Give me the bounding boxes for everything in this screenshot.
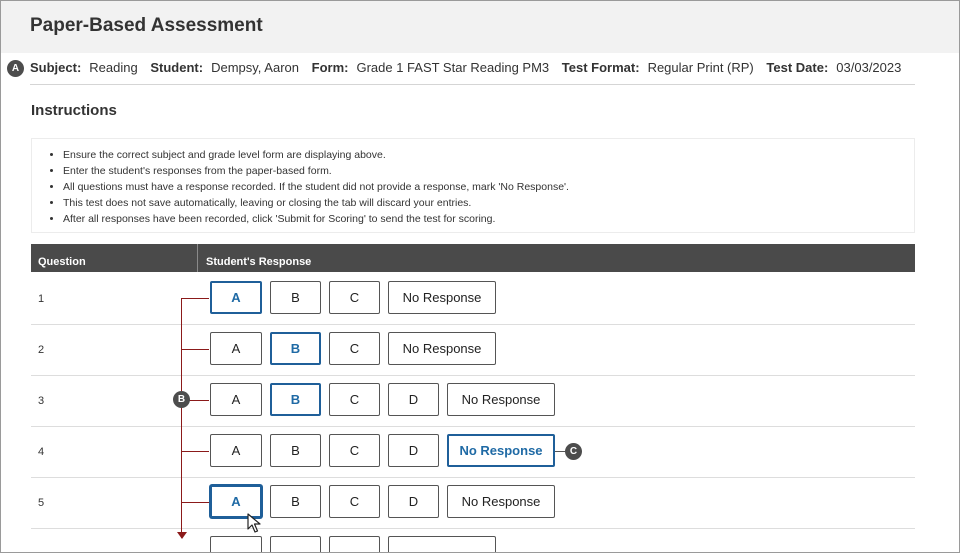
instruction-item: Ensure the correct subject and grade lev… (63, 147, 914, 163)
table-row: 2 A B C No Response (31, 324, 915, 376)
option-d-button[interactable]: D (388, 434, 439, 467)
option-c-button[interactable]: C (329, 434, 380, 467)
option-b-button[interactable]: B (270, 383, 321, 416)
option-button-partial[interactable] (329, 536, 380, 552)
no-response-button[interactable]: No Response (388, 332, 496, 365)
app-window: Paper-Based Assessment A Subject: Reading… (0, 0, 960, 553)
option-b-button[interactable]: B (270, 332, 321, 365)
instruction-item: All questions must have a response recor… (63, 179, 914, 195)
option-b-button[interactable]: B (270, 485, 321, 518)
subject-value: Reading (89, 60, 138, 75)
column-divider (197, 244, 198, 272)
option-a-button[interactable]: A (210, 434, 262, 467)
no-response-button[interactable]: No Response (388, 281, 496, 314)
instruction-item: This test does not save automatically, l… (63, 195, 914, 211)
callout-bracket-tick (181, 298, 209, 299)
table-row (31, 528, 915, 552)
option-button-partial[interactable] (210, 536, 262, 552)
table-row: 5 A B C D No Response (31, 477, 915, 529)
no-response-button[interactable]: No Response (447, 485, 555, 518)
callout-bracket-tick (181, 349, 209, 350)
option-b-button[interactable]: B (270, 281, 321, 314)
student-label: Student: (150, 60, 204, 75)
question-number: 3 (38, 395, 45, 407)
test-format-label: Test Format: (561, 60, 640, 75)
question-number: 4 (38, 446, 45, 458)
option-c-button[interactable]: C (329, 281, 380, 314)
form-value: Grade 1 FAST Star Reading PM3 (356, 60, 550, 75)
subject-label: Subject: (30, 60, 82, 75)
table-row: 4 A B C D No Response (31, 426, 915, 478)
question-number: 5 (38, 497, 45, 509)
instructions-title: Instructions (31, 102, 117, 119)
assessment-info-bar: Subject: Reading Student: Dempsy, Aaron Fo… (30, 60, 915, 85)
page-title: Paper-Based Assessment (30, 15, 263, 36)
test-date-label: Test Date: (766, 60, 829, 75)
instruction-item: After all responses have been recorded, … (63, 211, 914, 227)
option-a-button[interactable]: A (210, 281, 262, 314)
option-button-partial[interactable] (388, 536, 496, 552)
table-row: 3 A B C D No Response (31, 375, 915, 427)
option-d-button[interactable]: D (388, 383, 439, 416)
callout-connector (555, 451, 565, 452)
option-a-button[interactable]: A (210, 383, 262, 416)
callout-badge-b: B (173, 391, 190, 408)
callout-bracket-tick (181, 502, 209, 503)
test-date-value: 03/03/2023 (836, 60, 902, 75)
option-d-button[interactable]: D (388, 485, 439, 518)
form-label: Form: (311, 60, 349, 75)
column-header-response: Student's Response (206, 256, 312, 268)
callout-badge-a: A (7, 60, 24, 77)
instruction-item: Enter the student's responses from the p… (63, 163, 914, 179)
option-c-button[interactable]: C (329, 485, 380, 518)
page-header: Paper-Based Assessment (1, 1, 959, 53)
test-format-value: Regular Print (RP) (647, 60, 754, 75)
arrow-down-icon (177, 532, 187, 539)
callout-badge-c: C (565, 443, 582, 460)
option-b-button[interactable]: B (270, 434, 321, 467)
option-button-partial[interactable] (270, 536, 321, 552)
mouse-pointer-icon (247, 513, 261, 533)
option-c-button[interactable]: C (329, 332, 380, 365)
no-response-button[interactable]: No Response (447, 383, 555, 416)
question-number: 1 (38, 293, 45, 305)
column-header-question: Question (38, 256, 86, 268)
instructions-box: Ensure the correct subject and grade lev… (31, 138, 915, 233)
no-response-button[interactable]: No Response (447, 434, 555, 467)
instructions-list: Ensure the correct subject and grade lev… (32, 139, 914, 227)
table-row: 1 A B C No Response (31, 273, 915, 325)
callout-bracket-tick (181, 451, 209, 452)
student-value: Dempsy, Aaron (211, 60, 299, 75)
option-c-button[interactable]: C (329, 383, 380, 416)
option-a-button[interactable]: A (210, 332, 262, 365)
question-number: 2 (38, 344, 45, 356)
response-table-header: Question Student's Response (31, 244, 915, 272)
